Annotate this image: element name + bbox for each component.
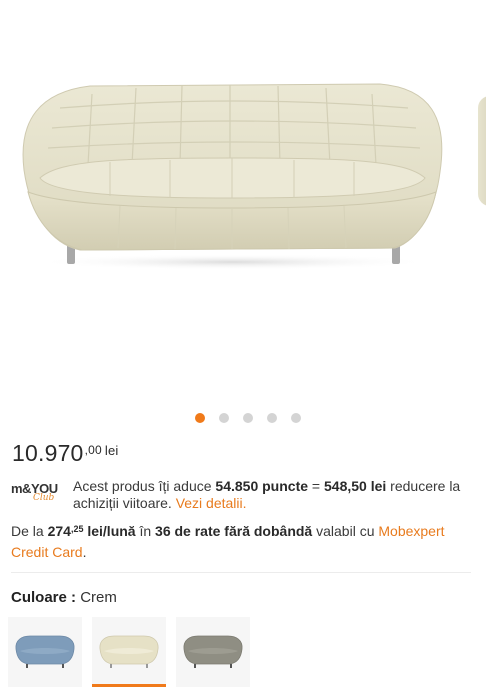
gallery-dot-1[interactable] — [195, 413, 205, 423]
price-decimals: ,00 — [84, 443, 102, 457]
color-swatches — [8, 617, 250, 687]
product-image-gallery[interactable] — [0, 0, 486, 400]
product-price: 10.970 ,00 lei — [12, 440, 118, 467]
gallery-pagination — [0, 413, 486, 423]
section-divider — [11, 572, 471, 573]
sofa-blue-thumbnail — [15, 635, 75, 668]
color-swatch-albastru[interactable] — [8, 617, 82, 687]
sofa-image — [22, 83, 443, 270]
color-swatch-crem[interactable] — [92, 617, 166, 687]
gallery-dot-2[interactable] — [219, 413, 229, 423]
installment-count: 36 de rate fără dobândă — [155, 523, 313, 539]
loyalty-details-link[interactable]: Vezi detalii. — [176, 495, 247, 511]
loyalty-text: Acest produs îți aduce 54.850 puncte = 5… — [73, 478, 461, 511]
loyalty-points: 54.850 puncte — [215, 478, 309, 494]
loyalty-discount: 548,50 lei — [324, 478, 387, 494]
color-swatch-gri[interactable] — [176, 617, 250, 687]
next-image-peek — [478, 96, 486, 206]
sofa-cream-thumbnail — [99, 635, 159, 668]
selected-color-name: Crem — [80, 589, 117, 606]
loyalty-points-info: m&YOU Club Acest produs îți aduce 54.850… — [11, 478, 476, 512]
price-currency: lei — [104, 443, 119, 458]
color-selector-label: Culoare : Crem — [11, 589, 117, 606]
credit-installments-info: De la 274,25 lei/lună în 36 de rate fără… — [11, 523, 445, 560]
installment-amount: 274,25 lei/lună — [47, 523, 136, 539]
myou-club-logo: m&YOU Club — [11, 481, 58, 503]
gallery-dot-5[interactable] — [291, 413, 301, 423]
color-label: Culoare — [11, 589, 67, 606]
sofa-grey-thumbnail — [183, 635, 243, 668]
price-integer: 10.970 — [12, 440, 84, 466]
gallery-dot-3[interactable] — [243, 413, 253, 423]
gallery-dot-4[interactable] — [267, 413, 277, 423]
